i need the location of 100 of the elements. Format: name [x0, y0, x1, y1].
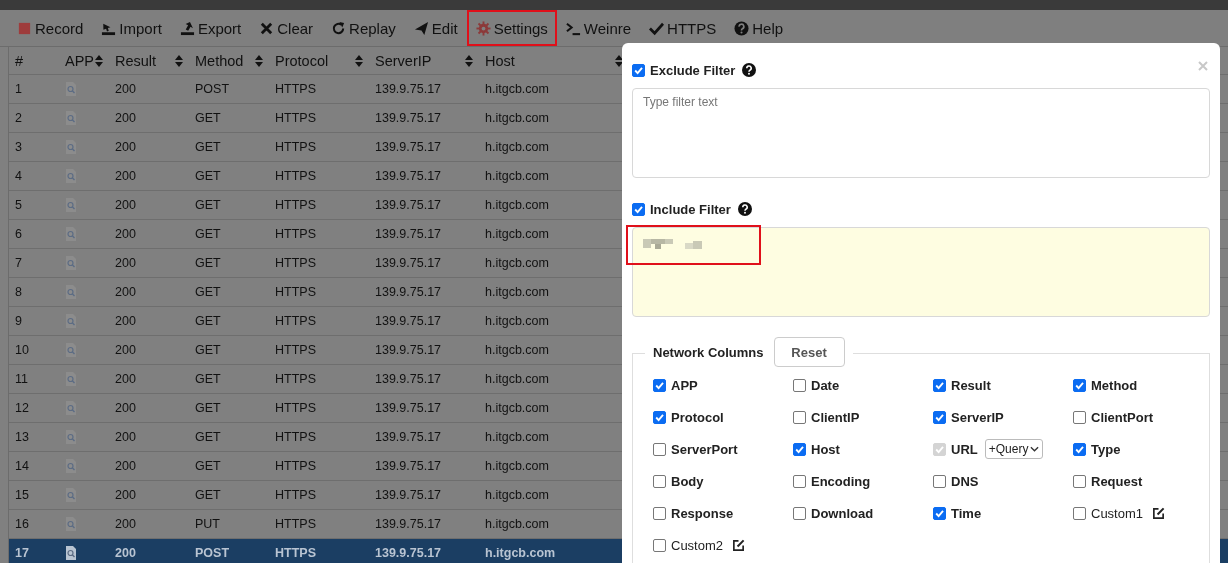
checkbox[interactable]	[1073, 378, 1086, 392]
toolbar-button[interactable]: Edit	[404, 10, 467, 46]
table-cell-text: h.itgcb.com	[484, 401, 550, 415]
toolbar-button[interactable]: Clear	[250, 10, 323, 46]
document-search-icon	[65, 169, 77, 183]
checkbox[interactable]	[793, 442, 806, 456]
table-cell-text: 139.9.75.17	[374, 198, 443, 212]
checkbox[interactable]	[933, 378, 946, 392]
sort-icon	[95, 54, 103, 67]
column-header[interactable]: Host	[479, 52, 629, 69]
toolbar-button[interactable]: Import	[92, 10, 171, 46]
include-filter-field[interactable]	[632, 227, 1210, 317]
checkbox[interactable]	[1073, 474, 1086, 488]
checkbox[interactable]	[933, 410, 946, 424]
column-header[interactable]: Method	[189, 52, 269, 69]
table-cell-text: HTTPS	[274, 343, 317, 357]
table-cell-text: 200	[114, 488, 137, 502]
checkbox[interactable]	[653, 378, 666, 392]
table-cell-text: GET	[194, 285, 222, 299]
table-cell-text: 139.9.75.17	[374, 517, 443, 531]
checkbox-label: Custom2	[671, 537, 724, 553]
checkbox[interactable]	[653, 506, 666, 520]
table-cell-text: 139.9.75.17	[374, 256, 443, 270]
table-cell-text: 139.9.75.17	[374, 314, 443, 328]
table-cell-text: HTTPS	[274, 314, 317, 328]
checkbox[interactable]	[793, 378, 806, 392]
toolbar-button[interactable]: Settings	[466, 10, 557, 46]
table-cell-text: h.itgcb.com	[484, 111, 550, 125]
document-search-icon	[65, 285, 77, 299]
table-cell-text: HTTPS	[274, 517, 317, 531]
checkbox[interactable]	[1073, 442, 1086, 456]
checkbox[interactable]	[793, 410, 806, 424]
table-cell-text: HTTPS	[274, 198, 317, 212]
table-cell-text: 2	[14, 111, 23, 125]
toolbar-button[interactable]: Weinre	[556, 10, 641, 46]
checkbox-label: ServerIP	[951, 409, 1004, 425]
sort-icon	[465, 54, 473, 67]
checkbox[interactable]	[793, 474, 806, 488]
table-cell-text: h.itgcb.com	[484, 343, 550, 357]
table-cell-text: 8	[14, 285, 23, 299]
help-icon[interactable]	[742, 63, 757, 77]
table-cell-text: 1	[14, 82, 23, 96]
table-cell-text: HTTPS	[274, 430, 317, 444]
document-search-icon	[65, 256, 77, 270]
document-search-icon	[65, 401, 77, 415]
table-cell-text: HTTPS	[274, 256, 317, 270]
table-cell-text: h.itgcb.com	[484, 517, 550, 531]
column-header[interactable]: ServerIP	[369, 52, 479, 69]
table-cell-text: GET	[194, 343, 222, 357]
toolbar-button[interactable]: HTTPS	[640, 10, 726, 46]
checkbox[interactable]	[933, 474, 946, 488]
checkbox[interactable]	[653, 538, 666, 552]
table-cell-text: 200	[114, 140, 137, 154]
table-cell-text: HTTPS	[274, 285, 317, 299]
column-header[interactable]: #	[9, 52, 59, 69]
checkbox[interactable]	[653, 442, 666, 456]
table-cell-text: HTTPS	[274, 111, 317, 125]
table-cell-text: GET	[194, 227, 222, 241]
table-cell-text: 200	[114, 198, 137, 212]
checkbox-label: ClientIP	[811, 409, 860, 425]
document-search-icon	[65, 111, 77, 125]
checkbox[interactable]	[632, 63, 645, 77]
table-cell-text: h.itgcb.com	[484, 227, 550, 241]
edit-icon[interactable]	[1152, 506, 1166, 520]
table-cell-text: 200	[114, 227, 137, 241]
reset-button[interactable]: Reset	[773, 337, 845, 367]
settings-icon	[475, 20, 491, 36]
checkbox[interactable]	[793, 506, 806, 520]
table-cell-text: HTTPS	[274, 82, 317, 96]
checkbox[interactable]	[1073, 410, 1086, 424]
help-icon[interactable]	[737, 202, 752, 216]
document-search-icon	[65, 372, 77, 386]
checkbox[interactable]	[653, 410, 666, 424]
checkbox[interactable]	[632, 202, 645, 216]
table-cell-text: 5	[14, 198, 23, 212]
column-header[interactable]: Protocol	[269, 52, 369, 69]
column-header[interactable]: Result	[109, 52, 189, 69]
edit-icon[interactable]	[732, 538, 746, 552]
toolbar-button[interactable]: Export	[170, 10, 251, 46]
column-header[interactable]: APP	[59, 52, 109, 69]
document-search-icon	[65, 517, 77, 531]
checkbox[interactable]	[1073, 506, 1086, 520]
table-cell-text: HTTPS	[274, 546, 317, 560]
exclude-filter-field[interactable]: Type filter text	[632, 88, 1210, 178]
toolbar-button[interactable]: Record	[8, 10, 93, 46]
table-cell-text: 139.9.75.17	[374, 546, 443, 560]
chevron-down-icon	[1030, 446, 1040, 452]
table-cell-text: 200	[114, 256, 137, 270]
table-cell-text: 6	[14, 227, 23, 241]
table-cell-text: h.itgcb.com	[484, 546, 557, 560]
table-cell-text: 139.9.75.17	[374, 401, 443, 415]
document-search-icon	[65, 488, 77, 502]
table-cell-text: h.itgcb.com	[484, 169, 550, 183]
checkbox-label: APP	[671, 377, 698, 393]
table-cell-text: 139.9.75.17	[374, 372, 443, 386]
toolbar-button[interactable]: Replay	[322, 10, 405, 46]
checkbox[interactable]	[653, 474, 666, 488]
table-cell-text: HTTPS	[274, 459, 317, 473]
checkbox[interactable]	[933, 506, 946, 520]
table-cell-text: 3	[14, 140, 23, 154]
